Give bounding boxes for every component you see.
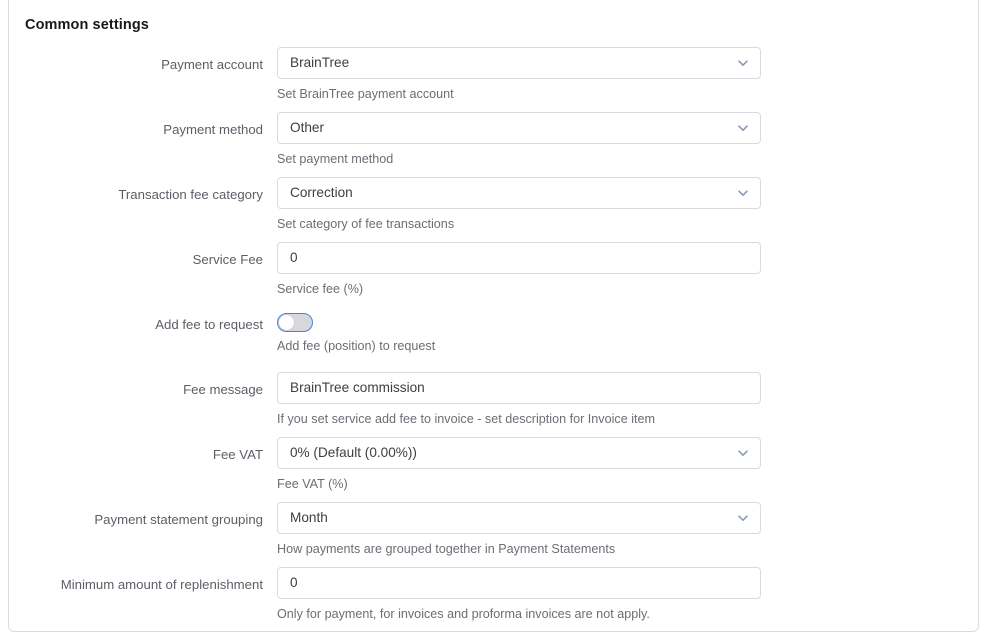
select-payment-method[interactable]: Other bbox=[277, 112, 761, 144]
form-row-transaction-fee-category: Transaction fee category Correction Set ca… bbox=[9, 177, 978, 242]
chevron-down-icon[interactable] bbox=[736, 56, 750, 70]
value-fee-vat: 0% (Default (0.00%)) bbox=[290, 445, 417, 460]
help-text-minimum-amount-of-replenishment: Only for payment, for invoices and profo… bbox=[277, 607, 650, 621]
toggle-knob bbox=[279, 315, 294, 330]
label-payment-statement-grouping: Payment statement grouping bbox=[94, 512, 263, 527]
select-payment-statement-grouping[interactable]: Month bbox=[277, 502, 761, 534]
value-payment-statement-grouping: Month bbox=[290, 510, 328, 525]
label-transaction-fee-category: Transaction fee category bbox=[118, 187, 263, 202]
help-text-payment-method: Set payment method bbox=[277, 152, 394, 166]
form-row-service-fee: Service Fee 0 Service fee (%) bbox=[9, 242, 978, 307]
control-fee-vat: 0% (Default (0.00%)) Fee VAT (%) bbox=[277, 437, 761, 492]
label-service-fee: Service Fee bbox=[192, 252, 263, 267]
input-fee-message[interactable]: BrainTree commission bbox=[277, 372, 761, 404]
page-title: Common settings bbox=[25, 17, 149, 33]
input-service-fee[interactable]: 0 bbox=[277, 242, 761, 274]
control-payment-account: BrainTree Set BrainTree payment account bbox=[277, 47, 761, 102]
settings-page: Common settings Payment account BrainTree… bbox=[0, 0, 985, 644]
label-minimum-amount-of-replenishment: Minimum amount of replenishment bbox=[60, 577, 263, 592]
value-service-fee: 0 bbox=[290, 250, 298, 265]
input-minimum-amount-of-replenishment[interactable]: 0 bbox=[277, 567, 761, 599]
toggle-add-fee-to-request[interactable] bbox=[277, 313, 313, 332]
control-service-fee: 0 Service fee (%) bbox=[277, 242, 761, 297]
select-fee-vat[interactable]: 0% (Default (0.00%)) bbox=[277, 437, 761, 469]
label-fee-vat: Fee VAT bbox=[212, 447, 263, 462]
value-payment-method: Other bbox=[290, 120, 324, 135]
form-row-fee-vat: Fee VAT 0% (Default (0.00%)) Fee VAT (%) bbox=[9, 437, 978, 502]
form-row-minimum-amount-of-replenishment: Minimum amount of replenishment 0 Only for… bbox=[9, 567, 978, 631]
form-row-payment-method: Payment method Other Set payment method bbox=[9, 112, 978, 177]
control-transaction-fee-category: Correction Set category of fee transactio… bbox=[277, 177, 761, 232]
form-row-payment-account: Payment account BrainTree Set BrainTree pa… bbox=[9, 47, 978, 112]
help-text-fee-message: If you set service add fee to invoice - … bbox=[277, 412, 655, 426]
control-add-fee-to-request: Add fee (position) to request bbox=[277, 307, 761, 354]
help-text-fee-vat: Fee VAT (%) bbox=[277, 477, 348, 491]
form-row-fee-message: Fee message BrainTree commission If you se… bbox=[9, 372, 978, 437]
control-payment-statement-grouping: Month How payments are grouped together i… bbox=[277, 502, 761, 557]
select-transaction-fee-category[interactable]: Correction bbox=[277, 177, 761, 209]
label-fee-message: Fee message bbox=[183, 382, 263, 397]
help-text-service-fee: Service fee (%) bbox=[277, 282, 364, 296]
value-fee-message: BrainTree commission bbox=[290, 380, 425, 395]
form-row-payment-statement-grouping: Payment statement grouping Month How payme… bbox=[9, 502, 978, 567]
help-text-add-fee-to-request: Add fee (position) to request bbox=[277, 339, 436, 353]
control-minimum-amount-of-replenishment: 0 Only for payment, for invoices and prof… bbox=[277, 567, 761, 622]
chevron-down-icon[interactable] bbox=[736, 121, 750, 135]
control-fee-message: BrainTree commission If you set service a… bbox=[277, 372, 761, 427]
value-payment-account: BrainTree bbox=[290, 55, 350, 70]
value-transaction-fee-category: Correction bbox=[290, 185, 353, 200]
label-add-fee-to-request: Add fee to request bbox=[155, 317, 263, 332]
label-payment-account: Payment account bbox=[161, 57, 263, 72]
help-text-payment-account: Set BrainTree payment account bbox=[277, 87, 454, 101]
settings-form: Payment account BrainTree Set BrainTree pa… bbox=[9, 47, 978, 631]
help-text-payment-statement-grouping: How payments are grouped together in Pay… bbox=[277, 542, 616, 556]
control-payment-method: Other Set payment method bbox=[277, 112, 761, 167]
form-row-add-fee-to-request: Add fee to request Add fee (position) to … bbox=[9, 307, 978, 372]
select-payment-account[interactable]: BrainTree bbox=[277, 47, 761, 79]
common-settings-card: Common settings Payment account BrainTree… bbox=[8, 0, 979, 632]
chevron-down-icon[interactable] bbox=[736, 446, 750, 460]
chevron-down-icon[interactable] bbox=[736, 186, 750, 200]
value-minimum-amount-of-replenishment: 0 bbox=[290, 575, 298, 590]
help-text-transaction-fee-category: Set category of fee transactions bbox=[277, 217, 455, 231]
chevron-down-icon[interactable] bbox=[736, 511, 750, 525]
label-payment-method: Payment method bbox=[163, 122, 263, 137]
